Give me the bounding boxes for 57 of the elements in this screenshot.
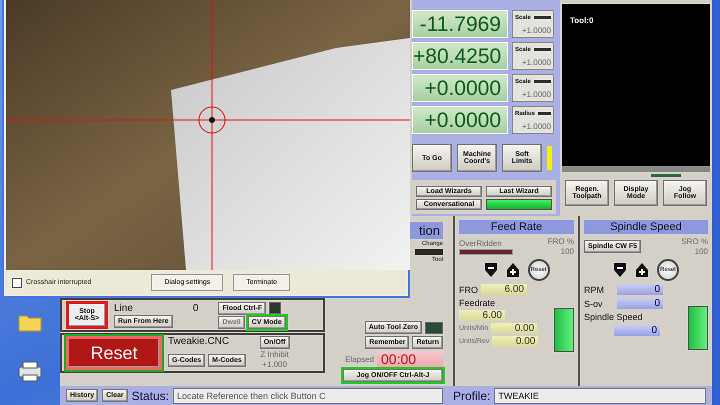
panel-title: Spindle Speed xyxy=(584,220,708,234)
spindle-speed-label: Spindle Speed xyxy=(584,312,643,322)
profile-field: TWEAKIE xyxy=(494,388,706,404)
up-arrow-icon[interactable] xyxy=(506,262,520,278)
wizard-toggle-button[interactable] xyxy=(486,199,552,210)
overridden-label: OverRidden xyxy=(459,238,502,248)
spindle-speed-value: 0 xyxy=(614,325,660,336)
status-led xyxy=(554,308,574,352)
elapsed-time: 00:00 xyxy=(377,351,443,367)
line-value: 0 xyxy=(192,302,198,314)
fro-percent-label: FRO % xyxy=(548,237,574,246)
scale-value: +1.0000 xyxy=(520,58,551,67)
dro-readout[interactable]: +0.0000 xyxy=(412,74,508,102)
z-inhibit-value: +1.000 xyxy=(262,360,287,369)
down-arrow-icon[interactable] xyxy=(484,262,498,278)
status-led xyxy=(425,322,443,334)
z-inhibit-label: Z Inhibit xyxy=(260,350,289,359)
indicator-bar xyxy=(534,48,551,51)
dro-readout[interactable]: +0.0000 xyxy=(412,106,508,134)
file-name: Tweakie.CNC xyxy=(168,336,230,347)
panel-title: Feed Rate xyxy=(459,220,574,234)
sro-percent-label: SRO % xyxy=(681,237,708,246)
fro-value: 6.00 xyxy=(481,284,527,295)
status-label: Status: xyxy=(132,388,169,402)
scale-value: +1.0000 xyxy=(520,90,551,99)
fro-percent-value: 100 xyxy=(560,247,574,256)
reset-button[interactable]: Reset xyxy=(66,336,162,370)
spindle-override-value: 0 xyxy=(617,298,663,309)
feedrate-label: Feedrate xyxy=(459,298,496,308)
indicator-bar xyxy=(459,248,513,254)
feedrate-value: 6.00 xyxy=(459,310,505,321)
down-arrow-icon[interactable] xyxy=(613,262,627,278)
tool-label: Tool:0 xyxy=(570,16,594,25)
dro-readout[interactable]: -11.7969 xyxy=(412,10,508,38)
checkbox[interactable] xyxy=(12,278,22,288)
indicator-bar xyxy=(534,80,551,83)
status-field: Locate Reference then click Button C xyxy=(173,388,443,404)
indicator-bar xyxy=(651,174,681,177)
units-rev-value: 0.00 xyxy=(492,336,538,347)
indicator-bar xyxy=(415,249,443,255)
scale-value: +1.0000 xyxy=(520,122,551,131)
line-label: Line xyxy=(114,302,133,314)
profile-label: Profile: xyxy=(453,388,490,402)
scale-value: +1.0000 xyxy=(520,26,551,35)
units-min-value: 0.00 xyxy=(491,323,538,334)
printer-icon[interactable] xyxy=(17,360,43,382)
indicator-bar xyxy=(534,16,551,19)
rpm-label: RPM xyxy=(584,284,605,294)
fro-label: FRO xyxy=(459,284,478,294)
rpm-value: 0 xyxy=(617,284,663,295)
elapsed-label: Elapsed xyxy=(345,354,374,364)
sro-percent-value: 100 xyxy=(694,247,708,256)
indicator-bar xyxy=(538,112,551,115)
up-arrow-icon[interactable] xyxy=(635,262,649,278)
dro-readout[interactable]: +80.4250 xyxy=(412,42,508,70)
spindle-override-label: S-ov xyxy=(584,298,604,308)
status-led xyxy=(688,306,708,350)
